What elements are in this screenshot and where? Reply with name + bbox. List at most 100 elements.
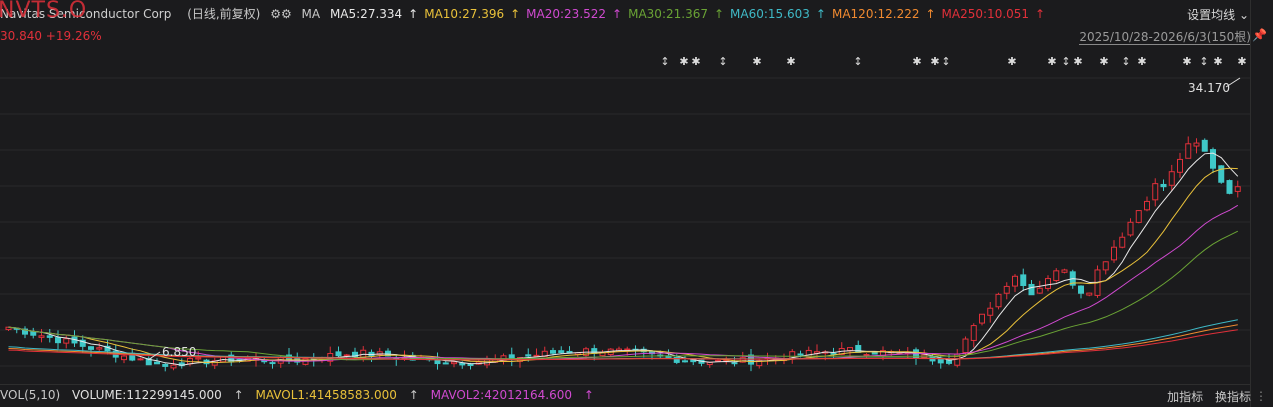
event-marker: ↕	[718, 55, 727, 68]
event-marker: ✱	[1237, 55, 1246, 68]
candle-body	[46, 335, 53, 338]
ma-line	[8, 204, 1239, 362]
ma-line	[8, 152, 1239, 366]
volume-value: VOLUME:112299145.000	[72, 388, 222, 402]
up-arrow-icon: ↑	[510, 7, 521, 21]
ma-value: MA20:23.522	[526, 7, 607, 21]
mavol2-value: MAVOL2:42012164.600	[430, 388, 573, 402]
candle-body	[170, 364, 177, 369]
candle-body	[1003, 285, 1010, 294]
event-marker: ✱	[691, 55, 700, 68]
candle-body	[1152, 183, 1159, 201]
ma-value: MA60:15.603	[730, 7, 810, 21]
ma-settings-button[interactable]: 设置均线 ⌄	[1187, 6, 1249, 23]
candle-body	[1193, 142, 1200, 147]
candle-body	[830, 352, 837, 355]
candle-body	[30, 331, 37, 336]
ma-value: MA10:27.396	[424, 7, 505, 21]
candle-body	[434, 359, 441, 365]
candle-body	[797, 353, 804, 356]
vol-label: VOL(5,10)	[0, 388, 61, 402]
candle-body	[162, 363, 169, 367]
candle-body	[55, 337, 61, 344]
candle-body	[1078, 285, 1084, 294]
candle-body	[1111, 246, 1117, 261]
add-indicator-button[interactable]: 加指标	[1167, 390, 1203, 404]
event-marker: ✱	[1007, 55, 1016, 68]
event-marker: ✱	[1137, 55, 1146, 68]
event-marker: ✱	[1182, 55, 1191, 68]
candle-body	[1218, 165, 1225, 183]
ma-value: MA250:10.051	[941, 7, 1030, 21]
candle-body	[269, 362, 276, 365]
event-marker: ↕	[1121, 55, 1130, 68]
candle-body	[987, 307, 994, 316]
candle-body	[558, 350, 565, 353]
right-divider	[1250, 0, 1251, 407]
more-icon[interactable]: ⋮	[1255, 389, 1267, 403]
event-marker: ↕	[853, 55, 862, 68]
indicator-tools: 加指标 换指标	[1159, 388, 1251, 405]
candle-body	[937, 358, 944, 364]
event-marker: ↕	[660, 55, 669, 68]
candlestick-chart[interactable]: ↕ ✱ ✱ ↕ ✱ ✱ ↕ ✱ ✱ ↕ ✱ ✱ ↕ ✱ ✱ ↕ ✱ ✱ ↕ ✱ ✱34.1706.850	[0, 40, 1250, 384]
candle-body	[467, 363, 474, 366]
candle-body	[1086, 292, 1093, 296]
volume-legend: VOL(5,10) VOLUME:112299145.000 ↑ MAVOL1:…	[0, 388, 602, 402]
candle-body	[970, 325, 977, 341]
candle-body	[96, 347, 103, 350]
ma-value: MA30:21.367	[628, 7, 708, 21]
candle-body	[1160, 183, 1167, 188]
event-marker: ↕	[1061, 55, 1070, 68]
up-arrow-icon: ↑	[583, 388, 594, 402]
low-marker: 6.850	[162, 345, 196, 359]
candle-body	[343, 354, 350, 357]
candle-body	[946, 359, 952, 364]
candle-body	[591, 348, 598, 354]
up-arrow-icon: ↑	[408, 7, 419, 21]
candle-body	[1028, 283, 1035, 296]
candle-body	[1020, 274, 1027, 287]
up-arrow-icon: ↑	[233, 388, 244, 402]
pin-icon[interactable]: 📌	[1252, 28, 1267, 42]
title-group: NVTS.O Navitas Semiconductor Corp	[0, 0, 177, 22]
event-marker: ✱	[1213, 55, 1222, 68]
ticker-overlay: NVTS.O	[0, 0, 88, 23]
candle-body	[1053, 270, 1060, 282]
gear-icon[interactable]: ⚙⚙	[270, 7, 292, 21]
up-arrow-icon: ↑	[713, 7, 725, 21]
candle-body	[550, 350, 556, 354]
candle-body	[459, 362, 466, 366]
candle-body	[706, 361, 713, 366]
switch-indicator-button[interactable]: 换指标	[1215, 390, 1251, 404]
ma-settings-label: 设置均线	[1187, 8, 1236, 22]
event-marker: ✱	[912, 55, 921, 68]
mavol1-value: MAVOL1:41458583.000	[255, 388, 397, 402]
candle-body	[1036, 287, 1043, 294]
chevron-down-icon: ⌄	[1238, 8, 1249, 22]
event-marker: ↕	[1199, 55, 1208, 68]
ma-label: MA	[301, 7, 321, 21]
candle-body	[624, 348, 631, 351]
candle-body	[995, 293, 1002, 308]
event-marker: ✱	[1047, 55, 1056, 68]
candle-body	[731, 362, 738, 365]
candle-body	[1210, 149, 1216, 169]
high-marker: 34.170	[1188, 81, 1230, 95]
candle-body	[962, 338, 969, 353]
candle-body	[847, 347, 853, 352]
candle-body	[1127, 221, 1134, 236]
candle-body	[1119, 236, 1126, 248]
candle-body	[1144, 200, 1150, 211]
candle-body	[525, 354, 532, 357]
event-marker: ✱	[1099, 55, 1108, 68]
candle-body	[63, 338, 70, 344]
candle-body	[1234, 186, 1241, 192]
event-marker: ✱	[930, 55, 939, 68]
candle-body	[682, 360, 688, 363]
ma-value: MA120:12.222	[831, 7, 920, 21]
candle-body	[451, 361, 457, 365]
event-marker: ↕	[941, 55, 950, 68]
candle-body	[88, 346, 94, 350]
ma-line	[8, 230, 1239, 361]
